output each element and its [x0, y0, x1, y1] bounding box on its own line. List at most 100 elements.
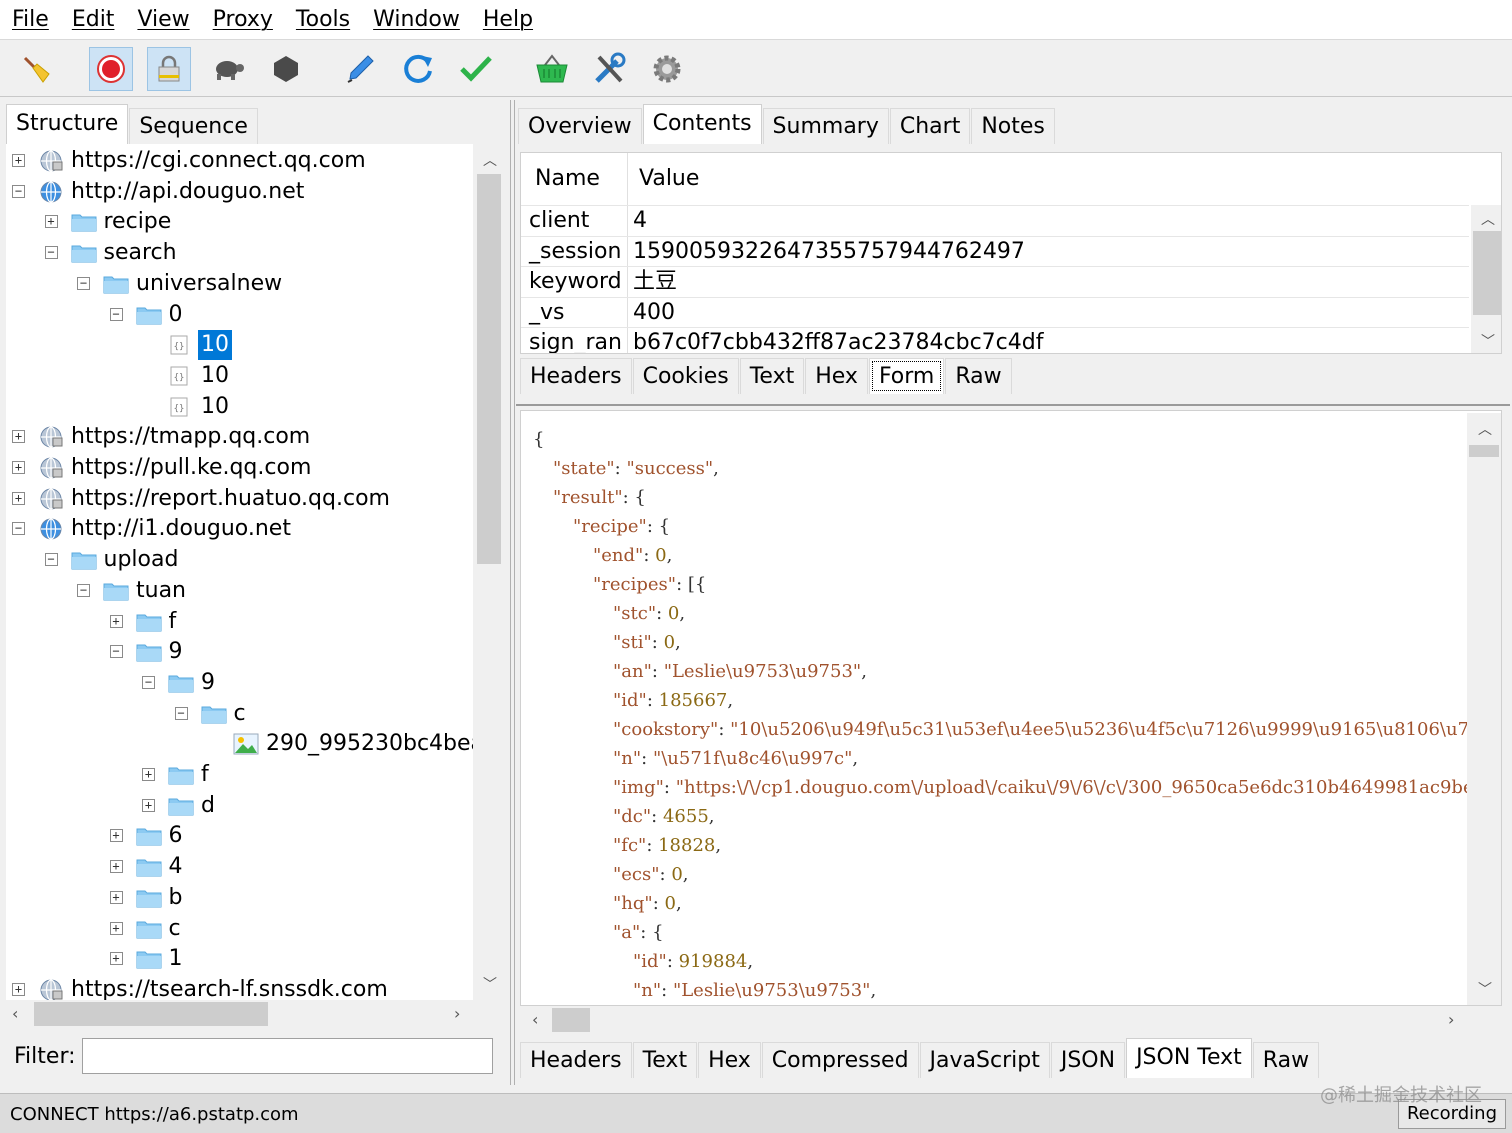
scroll-thumb[interactable]	[34, 1002, 268, 1026]
expand-icon[interactable]: +	[109, 921, 123, 935]
collapse-icon[interactable]: −	[142, 675, 155, 689]
tree-node-label[interactable]: https://cgi.connect.qq.com	[68, 146, 369, 176]
tree-node[interactable]: 290_995230bc4beaa3	[6, 729, 473, 759]
scroll-down-icon[interactable]: ﹀	[1481, 331, 1495, 351]
tree-node[interactable]: −9	[6, 637, 473, 667]
tree-node[interactable]: + recipe	[6, 207, 473, 237]
expand-icon[interactable]: +	[12, 430, 25, 444]
request-vertical-scrollbar[interactable]: ︿ ﹀	[1471, 205, 1501, 353]
tree-vertical-scrollbar[interactable]: ︿ ﹀	[475, 144, 503, 1000]
expand-icon[interactable]: +	[12, 461, 25, 474]
filter-input[interactable]	[82, 1038, 493, 1074]
tree-node[interactable]: − c	[6, 699, 473, 729]
tree-node[interactable]: + f	[6, 607, 473, 637]
request-tab-headers[interactable]: Headers	[520, 358, 632, 394]
scroll-right-icon[interactable]: ›	[454, 1004, 460, 1023]
response-tab-javascript[interactable]: JavaScript	[919, 1042, 1050, 1078]
tree-node[interactable]: − search	[6, 238, 473, 268]
panel-splitter[interactable]	[510, 100, 515, 1085]
scroll-left-icon[interactable]: ‹	[12, 1004, 18, 1023]
tree-node[interactable]: {} 10	[6, 392, 473, 422]
tree-node-label[interactable]: d	[198, 791, 218, 821]
tree-node-label[interactable]: 10	[198, 392, 232, 422]
pen-icon[interactable]	[338, 47, 382, 91]
check-icon[interactable]	[454, 47, 498, 91]
tree-node-label[interactable]: 9	[198, 668, 218, 698]
request-tab-text[interactable]: Text	[739, 358, 805, 394]
table-row[interactable]: client 4	[521, 205, 1469, 235]
broom-icon[interactable]	[14, 47, 58, 91]
collapse-icon[interactable]: −	[44, 246, 58, 260]
scroll-left-icon[interactable]: ‹	[532, 1010, 538, 1029]
tab-sequence[interactable]: Sequence	[129, 108, 258, 144]
request-tab-raw[interactable]: Raw	[945, 358, 1012, 394]
response-tab-raw[interactable]: Raw	[1252, 1042, 1320, 1078]
table-row[interactable]: keyword 土豆	[521, 266, 1469, 296]
basket-icon[interactable]	[530, 47, 574, 91]
tree-node[interactable]: +6	[6, 821, 473, 851]
response-tab-compressed[interactable]: Compressed	[761, 1042, 919, 1078]
menu-view[interactable]: View	[137, 7, 189, 32]
menu-help[interactable]: Help	[483, 7, 533, 32]
response-tab-headers[interactable]: Headers	[520, 1042, 632, 1078]
tree-node-label[interactable]: c	[231, 699, 249, 729]
response-horizontal-scrollbar[interactable]: ‹ ›	[520, 1006, 1502, 1034]
collapse-icon[interactable]: −	[77, 583, 90, 597]
tree-node-label[interactable]: http://i1.douguo.net	[68, 514, 294, 544]
scroll-down-icon[interactable]: ﹀	[483, 974, 497, 994]
tree-node[interactable]: + https://tmapp.qq.com	[6, 422, 473, 452]
pane-splitter[interactable]	[516, 404, 1510, 406]
tab-contents[interactable]: Contents	[642, 104, 762, 144]
request-tab-hex[interactable]: Hex	[805, 358, 868, 394]
lock-icon[interactable]	[147, 47, 191, 91]
response-tab-text[interactable]: Text	[632, 1042, 698, 1078]
expand-icon[interactable]: +	[44, 215, 58, 229]
tab-summary[interactable]: Summary	[762, 108, 889, 144]
column-header-value[interactable]: Value	[639, 153, 699, 205]
tree-node[interactable]: − http://i1.douguo.net	[6, 514, 473, 544]
scroll-thumb[interactable]	[477, 174, 501, 564]
scroll-thumb[interactable]	[1473, 231, 1501, 315]
tree-node[interactable]: + b	[6, 883, 473, 913]
expand-icon[interactable]: +	[142, 768, 155, 781]
tree-node[interactable]: − http://api.douguo.net	[6, 177, 473, 207]
expand-icon[interactable]: +	[142, 798, 155, 812]
menu-window[interactable]: Window	[373, 7, 460, 32]
menu-proxy[interactable]: Proxy	[213, 7, 273, 32]
table-row[interactable]: _vs 400	[521, 296, 1469, 327]
menu-edit[interactable]: Edit	[72, 7, 115, 32]
collapse-icon[interactable]: −	[12, 184, 25, 198]
record-icon[interactable]	[89, 47, 133, 91]
tree-node-label[interactable]: 4	[166, 852, 186, 882]
tree-node-label[interactable]: c	[166, 914, 184, 944]
tree-node-label[interactable]: https://report.huatuo.qq.com	[68, 484, 393, 514]
tools-icon[interactable]	[587, 47, 631, 91]
tree-node-label[interactable]: 10	[198, 330, 232, 361]
tab-chart[interactable]: Chart	[889, 108, 971, 144]
tree-node[interactable]: −0	[6, 300, 473, 330]
collapse-icon[interactable]: −	[44, 553, 58, 567]
tree-node-label[interactable]: search	[101, 238, 180, 268]
scroll-up-icon[interactable]: ︿	[1481, 209, 1495, 229]
tree-node[interactable]: {} 10	[6, 361, 473, 391]
menu-tools[interactable]: Tools	[296, 7, 350, 32]
tree-node-label[interactable]: 9	[166, 637, 186, 667]
scroll-right-icon[interactable]: ›	[1448, 1010, 1454, 1029]
collapse-icon[interactable]: −	[12, 522, 25, 536]
response-vertical-scrollbar[interactable]: ︿ ﹀	[1467, 413, 1501, 1005]
tree-node[interactable]: +1	[6, 944, 473, 974]
tree-node[interactable]: + c	[6, 914, 473, 944]
scroll-down-icon[interactable]: ﹀	[1478, 979, 1492, 999]
tab-notes[interactable]: Notes	[971, 108, 1055, 144]
tree-horizontal-scrollbar[interactable]: ‹ ›	[6, 1000, 503, 1028]
tree-node-label[interactable]: https://tmapp.qq.com	[68, 422, 313, 452]
tree-node-label[interactable]: 6	[166, 821, 186, 851]
scroll-thumb[interactable]	[1469, 445, 1499, 457]
tree-node-label[interactable]: http://api.douguo.net	[68, 177, 307, 207]
refresh-icon[interactable]	[396, 47, 440, 91]
tree-node-label[interactable]: tuan	[133, 576, 189, 606]
expand-icon[interactable]: +	[109, 860, 123, 874]
tree-node[interactable]: + https://report.huatuo.qq.com	[6, 484, 473, 514]
hexagon-icon[interactable]	[264, 47, 308, 91]
response-tab-json[interactable]: JSON	[1050, 1042, 1126, 1078]
